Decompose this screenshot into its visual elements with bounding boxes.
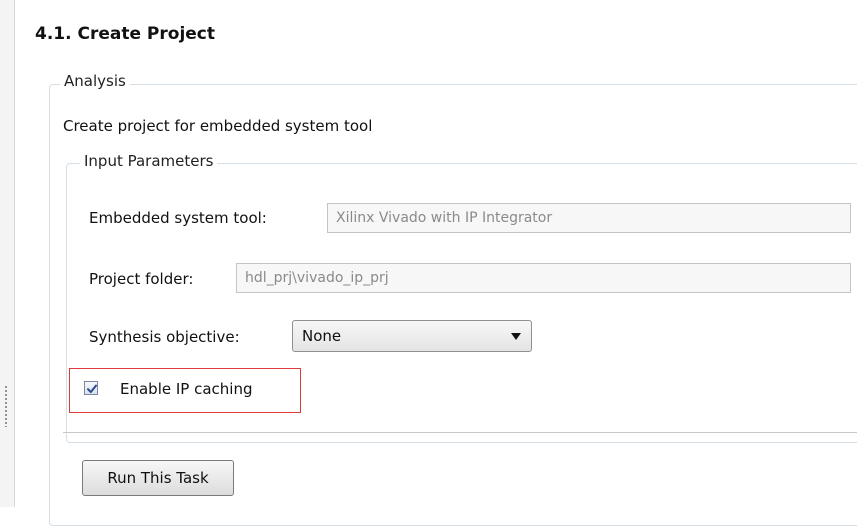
enable-ip-caching-checkbox[interactable] bbox=[84, 381, 98, 395]
synthesis-objective-label: Synthesis objective: bbox=[89, 328, 240, 346]
project-folder-label: Project folder: bbox=[89, 270, 194, 288]
left-panel-edge bbox=[0, 0, 15, 507]
embedded-system-tool-label: Embedded system tool: bbox=[89, 209, 267, 227]
page-title: 4.1. Create Project bbox=[35, 24, 216, 44]
grip-icon[interactable] bbox=[5, 385, 7, 427]
input-parameters-legend: Input Parameters bbox=[80, 152, 218, 170]
embedded-system-tool-field[interactable]: Xilinx Vivado with IP Integrator bbox=[327, 203, 851, 233]
analysis-legend: Analysis bbox=[60, 72, 130, 90]
checkmark-icon bbox=[87, 384, 97, 393]
synthesis-objective-value: None bbox=[302, 327, 342, 345]
task-description: Create project for embedded system tool bbox=[63, 117, 373, 135]
enable-ip-caching-label[interactable]: Enable IP caching bbox=[120, 379, 253, 399]
section-divider bbox=[63, 432, 857, 433]
chevron-down-icon bbox=[511, 333, 521, 340]
synthesis-objective-select[interactable]: None bbox=[292, 320, 532, 352]
project-folder-field[interactable]: hdl_prj\vivado_ip_prj bbox=[236, 263, 851, 293]
run-this-task-button[interactable]: Run This Task bbox=[82, 460, 234, 496]
